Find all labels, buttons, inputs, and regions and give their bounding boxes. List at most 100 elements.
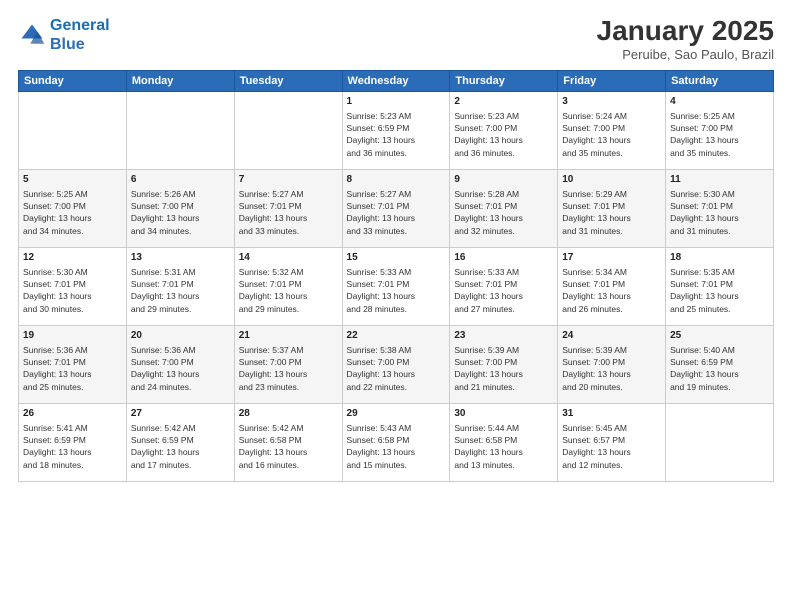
page: General Blue January 2025 Peruibe, Sao P… (0, 0, 792, 612)
calendar-cell: 10Sunrise: 5:29 AMSunset: 7:01 PMDayligh… (558, 169, 666, 247)
calendar-cell: 7Sunrise: 5:27 AMSunset: 7:01 PMDaylight… (234, 169, 342, 247)
day-content: Sunrise: 5:41 AMSunset: 6:59 PMDaylight:… (23, 422, 122, 471)
calendar-cell: 24Sunrise: 5:39 AMSunset: 7:00 PMDayligh… (558, 325, 666, 403)
calendar-cell: 20Sunrise: 5:36 AMSunset: 7:00 PMDayligh… (126, 325, 234, 403)
day-content: Sunrise: 5:35 AMSunset: 7:01 PMDaylight:… (670, 266, 769, 315)
day-number: 24 (562, 329, 661, 343)
calendar-title: January 2025 (597, 16, 774, 47)
weekday-header-saturday: Saturday (666, 70, 774, 91)
day-content: Sunrise: 5:25 AMSunset: 7:00 PMDaylight:… (670, 110, 769, 159)
day-content: Sunrise: 5:33 AMSunset: 7:01 PMDaylight:… (347, 266, 446, 315)
calendar-cell: 17Sunrise: 5:34 AMSunset: 7:01 PMDayligh… (558, 247, 666, 325)
weekday-header-wednesday: Wednesday (342, 70, 450, 91)
day-content: Sunrise: 5:27 AMSunset: 7:01 PMDaylight:… (347, 188, 446, 237)
day-content: Sunrise: 5:37 AMSunset: 7:00 PMDaylight:… (239, 344, 338, 393)
calendar-cell: 8Sunrise: 5:27 AMSunset: 7:01 PMDaylight… (342, 169, 450, 247)
calendar-cell: 23Sunrise: 5:39 AMSunset: 7:00 PMDayligh… (450, 325, 558, 403)
calendar-cell: 3Sunrise: 5:24 AMSunset: 7:00 PMDaylight… (558, 91, 666, 169)
day-number: 31 (562, 407, 661, 421)
calendar-cell: 31Sunrise: 5:45 AMSunset: 6:57 PMDayligh… (558, 403, 666, 481)
calendar-cell: 22Sunrise: 5:38 AMSunset: 7:00 PMDayligh… (342, 325, 450, 403)
weekday-header-monday: Monday (126, 70, 234, 91)
day-number: 17 (562, 251, 661, 265)
calendar-week-row: 26Sunrise: 5:41 AMSunset: 6:59 PMDayligh… (19, 403, 774, 481)
calendar-cell (666, 403, 774, 481)
day-content: Sunrise: 5:34 AMSunset: 7:01 PMDaylight:… (562, 266, 661, 315)
day-content: Sunrise: 5:40 AMSunset: 6:59 PMDaylight:… (670, 344, 769, 393)
weekday-header-sunday: Sunday (19, 70, 127, 91)
calendar-cell (234, 91, 342, 169)
calendar-cell: 19Sunrise: 5:36 AMSunset: 7:01 PMDayligh… (19, 325, 127, 403)
weekday-header-tuesday: Tuesday (234, 70, 342, 91)
day-number: 21 (239, 329, 338, 343)
calendar-cell: 11Sunrise: 5:30 AMSunset: 7:01 PMDayligh… (666, 169, 774, 247)
calendar-cell: 26Sunrise: 5:41 AMSunset: 6:59 PMDayligh… (19, 403, 127, 481)
day-content: Sunrise: 5:43 AMSunset: 6:58 PMDaylight:… (347, 422, 446, 471)
day-number: 26 (23, 407, 122, 421)
weekday-header-thursday: Thursday (450, 70, 558, 91)
calendar-week-row: 1Sunrise: 5:23 AMSunset: 6:59 PMDaylight… (19, 91, 774, 169)
calendar-cell: 25Sunrise: 5:40 AMSunset: 6:59 PMDayligh… (666, 325, 774, 403)
day-number: 9 (454, 173, 553, 187)
day-number: 2 (454, 95, 553, 109)
day-content: Sunrise: 5:27 AMSunset: 7:01 PMDaylight:… (239, 188, 338, 237)
calendar-week-row: 5Sunrise: 5:25 AMSunset: 7:00 PMDaylight… (19, 169, 774, 247)
calendar-cell (19, 91, 127, 169)
calendar-cell: 15Sunrise: 5:33 AMSunset: 7:01 PMDayligh… (342, 247, 450, 325)
calendar-cell: 1Sunrise: 5:23 AMSunset: 6:59 PMDaylight… (342, 91, 450, 169)
calendar-cell: 16Sunrise: 5:33 AMSunset: 7:01 PMDayligh… (450, 247, 558, 325)
day-content: Sunrise: 5:23 AMSunset: 6:59 PMDaylight:… (347, 110, 446, 159)
day-content: Sunrise: 5:44 AMSunset: 6:58 PMDaylight:… (454, 422, 553, 471)
day-content: Sunrise: 5:36 AMSunset: 7:01 PMDaylight:… (23, 344, 122, 393)
title-block: January 2025 Peruibe, Sao Paulo, Brazil (597, 16, 774, 62)
day-number: 6 (131, 173, 230, 187)
weekday-header-friday: Friday (558, 70, 666, 91)
logo-text: General Blue (50, 16, 110, 54)
day-content: Sunrise: 5:32 AMSunset: 7:01 PMDaylight:… (239, 266, 338, 315)
day-content: Sunrise: 5:45 AMSunset: 6:57 PMDaylight:… (562, 422, 661, 471)
calendar-cell: 13Sunrise: 5:31 AMSunset: 7:01 PMDayligh… (126, 247, 234, 325)
day-number: 25 (670, 329, 769, 343)
day-content: Sunrise: 5:39 AMSunset: 7:00 PMDaylight:… (562, 344, 661, 393)
calendar-cell: 5Sunrise: 5:25 AMSunset: 7:00 PMDaylight… (19, 169, 127, 247)
day-number: 11 (670, 173, 769, 187)
day-content: Sunrise: 5:39 AMSunset: 7:00 PMDaylight:… (454, 344, 553, 393)
day-number: 16 (454, 251, 553, 265)
day-number: 19 (23, 329, 122, 343)
day-content: Sunrise: 5:30 AMSunset: 7:01 PMDaylight:… (23, 266, 122, 315)
logo: General Blue (18, 16, 110, 54)
calendar-cell: 27Sunrise: 5:42 AMSunset: 6:59 PMDayligh… (126, 403, 234, 481)
calendar-cell: 30Sunrise: 5:44 AMSunset: 6:58 PMDayligh… (450, 403, 558, 481)
day-number: 18 (670, 251, 769, 265)
day-content: Sunrise: 5:25 AMSunset: 7:00 PMDaylight:… (23, 188, 122, 237)
calendar-cell: 18Sunrise: 5:35 AMSunset: 7:01 PMDayligh… (666, 247, 774, 325)
calendar-cell: 12Sunrise: 5:30 AMSunset: 7:01 PMDayligh… (19, 247, 127, 325)
day-number: 22 (347, 329, 446, 343)
day-content: Sunrise: 5:36 AMSunset: 7:00 PMDaylight:… (131, 344, 230, 393)
day-content: Sunrise: 5:24 AMSunset: 7:00 PMDaylight:… (562, 110, 661, 159)
day-number: 14 (239, 251, 338, 265)
day-content: Sunrise: 5:30 AMSunset: 7:01 PMDaylight:… (670, 188, 769, 237)
calendar-table: SundayMondayTuesdayWednesdayThursdayFrid… (18, 70, 774, 482)
day-number: 8 (347, 173, 446, 187)
calendar-cell: 9Sunrise: 5:28 AMSunset: 7:01 PMDaylight… (450, 169, 558, 247)
calendar-cell: 6Sunrise: 5:26 AMSunset: 7:00 PMDaylight… (126, 169, 234, 247)
day-number: 12 (23, 251, 122, 265)
day-number: 10 (562, 173, 661, 187)
day-number: 29 (347, 407, 446, 421)
day-number: 7 (239, 173, 338, 187)
day-number: 4 (670, 95, 769, 109)
day-number: 5 (23, 173, 122, 187)
day-number: 3 (562, 95, 661, 109)
calendar-cell (126, 91, 234, 169)
logo-icon (18, 21, 46, 49)
day-number: 20 (131, 329, 230, 343)
day-number: 23 (454, 329, 553, 343)
day-content: Sunrise: 5:28 AMSunset: 7:01 PMDaylight:… (454, 188, 553, 237)
day-content: Sunrise: 5:26 AMSunset: 7:00 PMDaylight:… (131, 188, 230, 237)
day-number: 15 (347, 251, 446, 265)
day-content: Sunrise: 5:42 AMSunset: 6:59 PMDaylight:… (131, 422, 230, 471)
day-number: 28 (239, 407, 338, 421)
day-content: Sunrise: 5:29 AMSunset: 7:01 PMDaylight:… (562, 188, 661, 237)
calendar-week-row: 19Sunrise: 5:36 AMSunset: 7:01 PMDayligh… (19, 325, 774, 403)
